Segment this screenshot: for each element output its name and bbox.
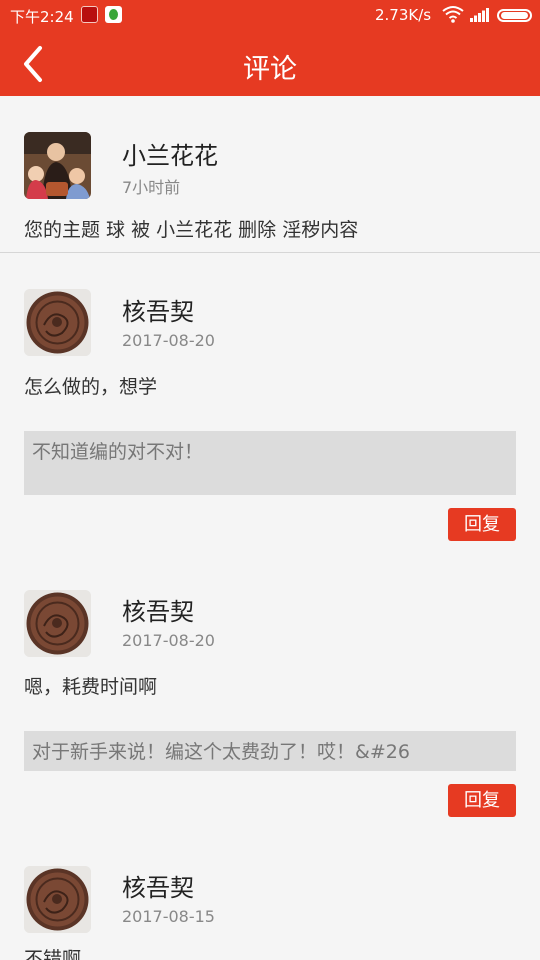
comment-username[interactable]: 核吾契 xyxy=(122,868,194,903)
avatar[interactable] xyxy=(24,132,91,199)
reply-button[interactable]: 回复 xyxy=(448,508,516,541)
notice-message: 您的主题 球 被 小兰花花 删除 淫秽内容 xyxy=(24,219,359,241)
comment-date: 2017-08-20 xyxy=(122,631,215,650)
comment-username[interactable]: 核吾契 xyxy=(122,592,194,627)
notice-item[interactable]: 小兰花花 7小时前 您的主题 球 被 小兰花花 删除 淫秽内容 xyxy=(0,96,540,253)
status-bar: 下午2:24 2.73K/s xyxy=(0,0,540,30)
battery-icon xyxy=(497,9,532,22)
page-title: 评论 xyxy=(243,54,297,85)
avatar[interactable] xyxy=(24,289,91,356)
wifi-icon xyxy=(442,6,464,23)
reply-button[interactable]: 回复 xyxy=(448,784,516,817)
comment-text: 嗯，耗费时间啊 xyxy=(24,676,158,698)
status-time: 下午2:24 xyxy=(10,8,74,26)
avatar[interactable] xyxy=(24,590,91,657)
user-photo xyxy=(24,132,91,199)
signal-icon xyxy=(470,8,489,22)
coin-avatar-image xyxy=(24,590,91,657)
comment-text: 怎么做的，想学 xyxy=(24,376,158,398)
app-green-icon xyxy=(105,6,122,23)
quoted-reply: 对于新手来说！编这个太费劲了！哎！&#26 xyxy=(24,731,516,771)
avatar[interactable] xyxy=(24,866,91,933)
comment-date: 2017-08-20 xyxy=(122,331,215,350)
app-red-icon xyxy=(81,6,98,23)
coin-avatar-image xyxy=(24,866,91,933)
header-bar: 评论 xyxy=(0,30,540,96)
coin-avatar-image xyxy=(24,289,91,356)
notice-time: 7小时前 xyxy=(122,178,181,197)
quoted-reply: 不知道编的对不对！ xyxy=(24,431,516,495)
comment-date: 2017-08-15 xyxy=(122,907,215,926)
notice-username[interactable]: 小兰花花 xyxy=(122,136,218,171)
net-speed: 2.73K/s xyxy=(375,6,432,24)
comment-username[interactable]: 核吾契 xyxy=(122,292,194,327)
comment-text: 不错啊 xyxy=(24,948,82,960)
